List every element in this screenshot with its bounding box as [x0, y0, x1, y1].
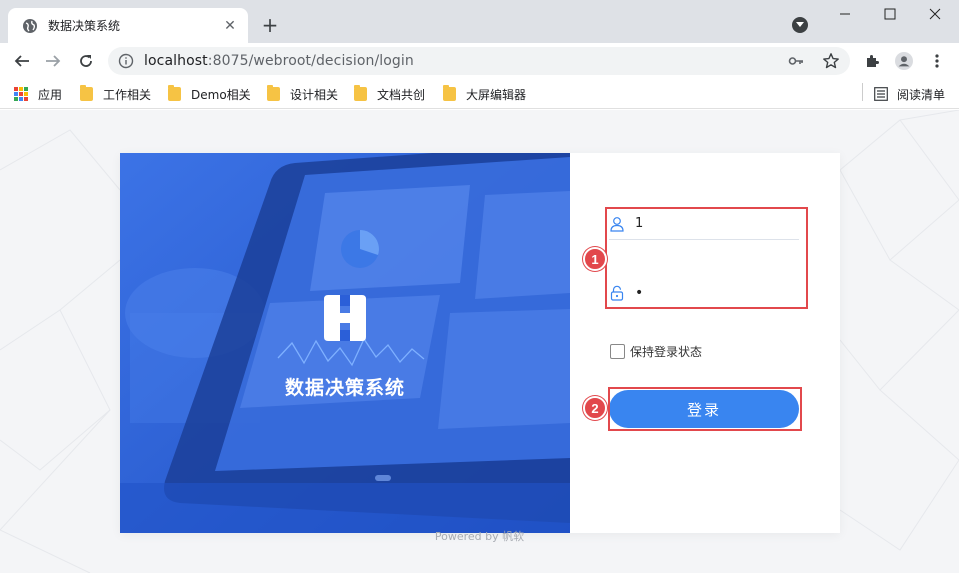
bookmark-apps[interactable]: 应用	[14, 85, 62, 103]
annotation-box-2	[608, 387, 802, 431]
bookmarks-divider	[862, 83, 863, 101]
fanruan-logo	[320, 293, 370, 343]
bookmark-label: 工作相关	[103, 87, 152, 102]
bookmark-label: 设计相关	[290, 87, 339, 102]
globe-icon	[22, 18, 38, 34]
annotation-badge-1: 1	[583, 247, 607, 271]
folder-icon	[354, 85, 367, 101]
reading-list-icon	[874, 87, 888, 101]
reading-list-button[interactable]: 阅读清单	[874, 85, 945, 103]
tab-close-icon[interactable]: ✕	[222, 18, 238, 34]
bookmark-folder[interactable]: 工作相关	[80, 85, 151, 103]
annotation-box-1	[605, 207, 808, 309]
forward-arrow-icon[interactable]	[41, 49, 65, 73]
annotation-badge-2: 2	[583, 396, 607, 420]
hero-panel: 数据决策系统	[120, 153, 570, 533]
close-window-icon[interactable]	[920, 4, 950, 24]
url-path: :8075/webroot/decision/login	[207, 53, 414, 69]
url-text: localhost:8075/webroot/decision/login	[144, 53, 414, 69]
back-arrow-icon[interactable]	[10, 49, 34, 73]
extensions-puzzle-icon[interactable]	[864, 52, 882, 70]
url-host: localhost	[144, 53, 208, 69]
tab-search-icon[interactable]	[792, 17, 808, 33]
reading-list-label: 阅读清单	[897, 87, 946, 102]
key-icon[interactable]	[788, 53, 804, 69]
folder-icon	[443, 85, 456, 101]
folder-icon	[80, 85, 93, 101]
bookmark-label: 大屏编辑器	[466, 87, 527, 102]
browser-tab-strip: 数据决策系统 ✕ +	[0, 0, 959, 43]
maximize-icon[interactable]	[875, 4, 905, 24]
bookmarks-bar: 应用 工作相关 Demo相关 设计相关 文档共创 大屏编辑器 阅读清单	[0, 79, 959, 109]
bookmark-folder[interactable]: 文档共创	[354, 85, 425, 103]
profile-avatar-icon[interactable]	[895, 52, 913, 70]
reload-icon[interactable]	[74, 49, 98, 73]
remember-label: 保持登录状态	[630, 345, 703, 359]
folder-icon	[168, 85, 181, 101]
bookmark-label: 文档共创	[377, 87, 426, 102]
bookmark-star-icon[interactable]	[822, 52, 840, 70]
minimize-icon[interactable]	[830, 4, 860, 24]
bookmark-folder[interactable]: 设计相关	[267, 85, 338, 103]
bookmark-folder[interactable]: Demo相关	[168, 85, 251, 103]
browser-tab[interactable]: 数据决策系统 ✕	[8, 8, 248, 43]
folder-icon	[267, 85, 280, 101]
tab-title: 数据决策系统	[48, 19, 121, 33]
bookmark-label: Demo相关	[191, 87, 251, 102]
brand-title: 数据决策系统	[284, 377, 405, 399]
remember-me[interactable]: 保持登录状态	[610, 343, 702, 360]
remember-checkbox[interactable]	[610, 344, 625, 359]
apps-icon	[14, 87, 28, 101]
new-tab-button[interactable]: +	[259, 13, 281, 37]
more-menu-icon[interactable]	[928, 52, 946, 70]
login-page: 数据决策系统 • 保持登录状态 登录 Powered by 帆软	[0, 110, 959, 573]
powered-by: Powered by 帆软	[434, 530, 525, 543]
address-bar[interactable]: localhost:8075/webroot/decision/login	[108, 47, 850, 75]
browser-toolbar: localhost:8075/webroot/decision/login	[0, 43, 959, 79]
bookmark-folder[interactable]: 大屏编辑器	[443, 85, 526, 103]
site-info-icon[interactable]	[118, 53, 134, 69]
bookmark-label: 应用	[38, 87, 63, 102]
